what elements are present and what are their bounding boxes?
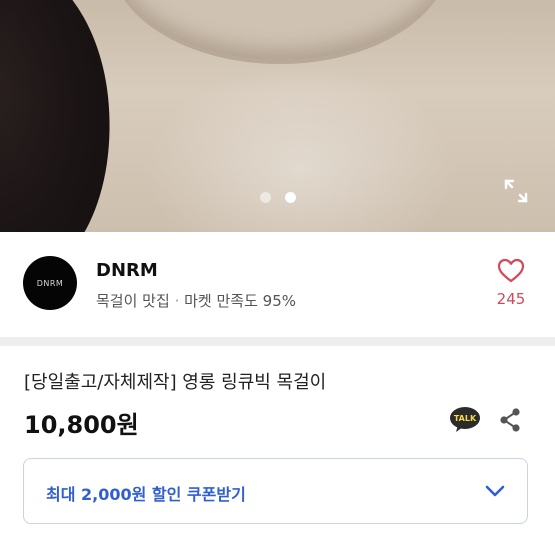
coupon-button[interactable]: 최대 2,000원 할인 쿠폰받기 [23,458,528,524]
heart-icon[interactable] [497,258,525,284]
kakao-talk-icon[interactable]: TALK [449,405,481,433]
like-count: 245 [496,290,526,308]
carousel-dot-active[interactable] [284,192,296,203]
avatar[interactable]: DNRM [23,256,77,310]
product-image[interactable] [0,0,555,232]
carousel-indicator [0,192,555,203]
image-neckline-region [110,0,450,64]
product-price: 10,800원 [24,411,139,439]
seller-info[interactable]: DNRM DNRM 목걸이 맛집 · 마켓 만족도 95% 245 [0,232,555,337]
chevron-down-icon[interactable] [483,481,507,501]
seller-subtitle: 목걸이 맛집 · 마켓 만족도 95% [96,290,296,311]
coupon-label: 최대 2,000원 할인 쿠폰받기 [46,485,246,504]
carousel-dot[interactable] [259,192,271,203]
seller-satisfaction: 마켓 만족도 95% [184,292,297,310]
share-icon[interactable] [497,407,523,433]
seller-tagline: 목걸이 맛집 [96,292,170,310]
avatar-text: DNRM [36,278,64,288]
product-title: [당일출고/자체제작] 영롱 링큐빅 목걸이 [24,372,327,393]
talk-label: TALK [454,414,477,423]
section-divider [0,337,555,346]
seller-separator: · [174,292,180,310]
expand-icon[interactable] [503,178,529,204]
seller-name[interactable]: DNRM [96,260,158,281]
